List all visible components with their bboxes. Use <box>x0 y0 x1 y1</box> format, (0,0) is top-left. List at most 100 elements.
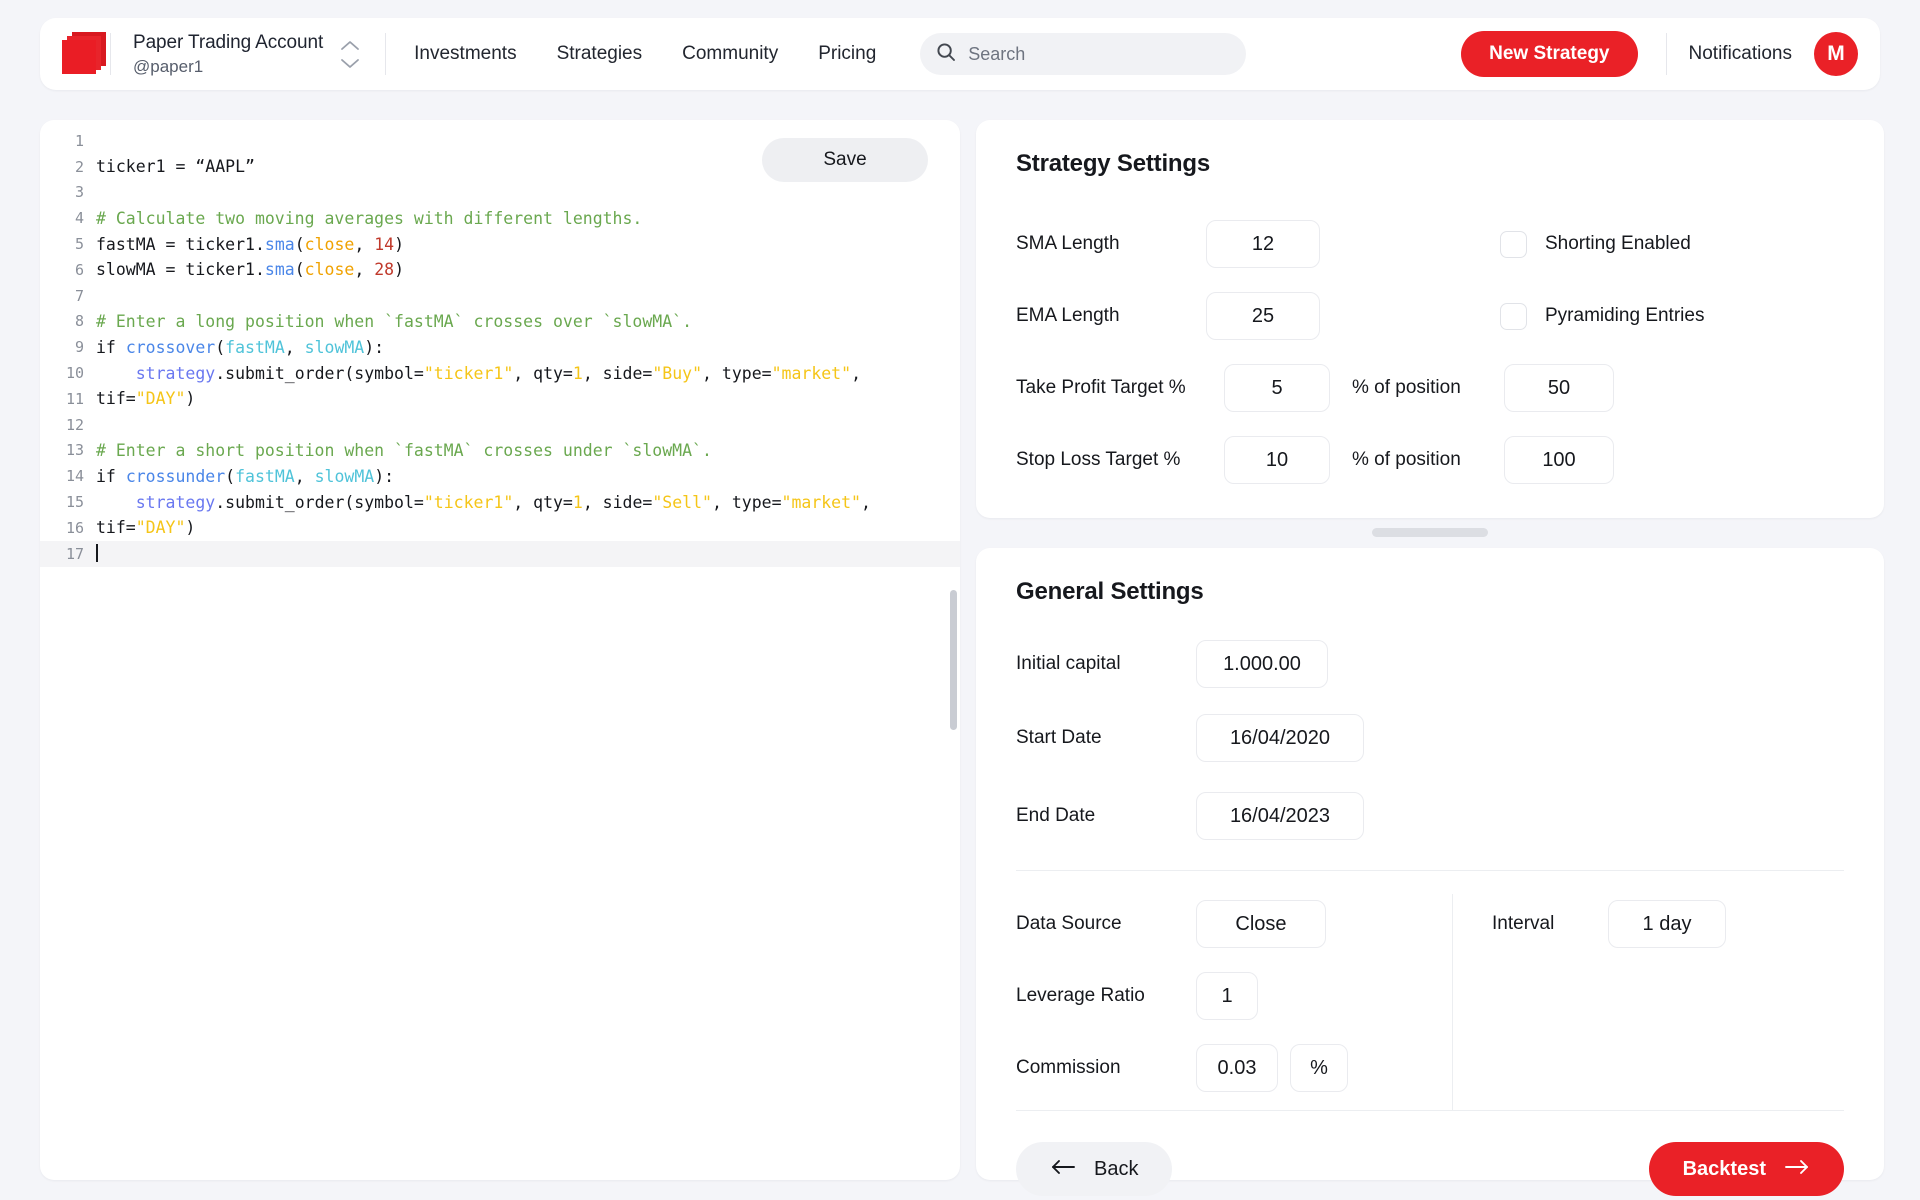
code-line: 4 # Calculate two moving averages with di… <box>40 205 960 231</box>
strategy-settings-title: Strategy Settings <box>1016 150 1210 177</box>
leverage-ratio-input[interactable]: 1 <box>1196 972 1258 1020</box>
pyramiding-entries-checkbox[interactable] <box>1500 302 1527 330</box>
code-line-number: 17 <box>65 544 84 563</box>
code-line-number: 8 <box>74 312 84 331</box>
commission-input[interactable]: 0.03 <box>1196 1044 1278 1092</box>
code-line: 5 fastMA = ticker1.sma(close, 14) <box>40 231 960 257</box>
account-handle: @paper1 <box>133 56 204 76</box>
backtest-button[interactable]: Backtest <box>1648 1142 1844 1196</box>
data-source-label: Data Source <box>1016 913 1122 934</box>
take-profit-position-input[interactable]: 50 <box>1504 364 1614 412</box>
shorting-enabled-checkbox[interactable] <box>1500 230 1527 258</box>
strategy-settings-panel: Strategy Settings SMA Length 12 Shorting… <box>976 120 1884 518</box>
panel-resize-handle[interactable] <box>1372 528 1488 537</box>
leverage-ratio-label: Leverage Ratio <box>1016 985 1145 1006</box>
start-date-label: Start Date <box>1016 727 1102 748</box>
nav-item-investments[interactable]: Investments <box>414 43 516 65</box>
code-line: 13 # Enter a short position when `fastMA`… <box>40 438 960 464</box>
ema-length-input[interactable]: 25 <box>1206 292 1320 340</box>
code-line: 12 <box>40 412 960 438</box>
editor-scrollbar[interactable] <box>950 590 957 730</box>
arrow-right-icon <box>1784 1158 1810 1181</box>
take-profit-row: Take Profit Target % 5 % of position 50 <box>1016 364 1844 412</box>
stop-loss-row: Stop Loss Target % 10 % of position 100 <box>1016 436 1844 484</box>
code-line-content: strategy.submit_order(symbol="ticker1", … <box>135 363 861 383</box>
back-button-label: Back <box>1094 1157 1139 1180</box>
stop-loss-input[interactable]: 10 <box>1224 436 1330 484</box>
interval-row: Interval 1 day <box>1492 900 1726 948</box>
commission-label: Commission <box>1016 1057 1121 1078</box>
start-date-input[interactable]: 16/04/2020 <box>1196 714 1364 762</box>
code-line-number: 16 <box>65 518 84 537</box>
code-editor-text-area[interactable]: 1 2 ticker1 = “AAPL” 3 4 # Calculate two movi… <box>40 120 960 1180</box>
code-line: 11 tif="DAY") <box>40 386 960 412</box>
pyramiding-entries-label: Pyramiding Entries <box>1545 305 1705 326</box>
avatar[interactable]: M <box>1814 32 1858 76</box>
stop-loss-label: Stop Loss Target % <box>1016 449 1181 470</box>
code-line-content: # Calculate two moving averages with dif… <box>96 208 643 228</box>
general-settings-panel: General Settings Initial capital 1.000.0… <box>976 548 1884 1196</box>
notifications-button[interactable]: Notifications <box>1689 43 1793 65</box>
data-source-select[interactable]: Close <box>1196 900 1326 948</box>
interval-select[interactable]: 1 day <box>1608 900 1726 948</box>
code-editor-panel: 1 2 ticker1 = “AAPL” 3 4 # Calculate two movi… <box>40 120 960 1180</box>
account-info[interactable]: Paper Trading Account @paper1 <box>133 32 323 77</box>
code-line-number: 1 <box>74 131 84 150</box>
ema-length-row: EMA Length 25 Pyramiding Entries <box>1016 292 1844 340</box>
take-profit-input[interactable]: 5 <box>1224 364 1330 412</box>
code-line-number: 6 <box>74 260 84 279</box>
stop-loss-position-input[interactable]: 100 <box>1504 436 1614 484</box>
app-logo-icon[interactable] <box>62 32 110 76</box>
account-name: Paper Trading Account <box>133 31 324 53</box>
data-source-row: Data Source Close <box>1016 900 1326 948</box>
code-line-content: slowMA = ticker1.sma(close, 28) <box>96 260 404 280</box>
code-line-number: 5 <box>74 235 84 254</box>
chevron-down-icon <box>340 58 360 69</box>
code-line-content: tif="DAY") <box>96 518 196 538</box>
header-divider-3 <box>1665 33 1667 75</box>
code-line-content: ticker1 = “AAPL” <box>96 157 255 177</box>
code-line: 9 if crossover(fastMA, slowMA): <box>40 334 960 360</box>
code-line-number: 15 <box>65 493 84 512</box>
account-switcher-button[interactable] <box>337 34 363 74</box>
code-line-number: 13 <box>65 441 84 460</box>
code-line-number: 2 <box>74 157 84 176</box>
code-line-number: 3 <box>74 183 84 202</box>
main-nav: Investments Strategies Community Pricing <box>414 43 876 65</box>
code-line: 10 strategy.submit_order(symbol="ticker1… <box>40 360 960 386</box>
search-input[interactable]: Search <box>920 33 1247 75</box>
nav-item-strategies[interactable]: Strategies <box>557 43 643 65</box>
general-settings-divider-top <box>1016 870 1844 871</box>
code-line: 7 <box>40 283 960 309</box>
backtest-button-label: Backtest <box>1682 1157 1766 1180</box>
end-date-label: End Date <box>1016 805 1096 826</box>
nav-item-pricing[interactable]: Pricing <box>818 43 876 65</box>
stop-loss-position-label: % of position <box>1352 449 1461 470</box>
code-line: 16 tif="DAY") <box>40 515 960 541</box>
interval-label: Interval <box>1492 913 1555 934</box>
code-line-number: 12 <box>65 415 84 434</box>
save-button[interactable]: Save <box>762 138 928 182</box>
arrow-left-icon <box>1050 1158 1076 1181</box>
nav-item-community[interactable]: Community <box>682 43 778 65</box>
text-cursor <box>96 544 98 563</box>
back-button[interactable]: Back <box>1016 1142 1173 1196</box>
header-divider-2 <box>385 33 387 75</box>
sma-length-row: SMA Length 12 Shorting Enabled <box>1016 220 1844 268</box>
code-line-number: 9 <box>74 338 84 357</box>
leverage-ratio-row: Leverage Ratio 1 <box>1016 972 1258 1020</box>
code-line-content: if crossunder(fastMA, slowMA): <box>96 466 395 486</box>
initial-capital-input[interactable]: 1.000.00 <box>1196 640 1328 688</box>
general-settings-divider-vertical <box>1452 894 1453 1110</box>
code-line-content: # Enter a long position when `fastMA` cr… <box>96 311 693 331</box>
take-profit-position-label: % of position <box>1352 377 1461 398</box>
code-line-content: strategy.submit_order(symbol="ticker1", … <box>135 492 871 512</box>
code-line: 8 # Enter a long position when `fastMA` c… <box>40 309 960 335</box>
commission-unit-select[interactable]: % <box>1290 1044 1348 1092</box>
end-date-input[interactable]: 16/04/2023 <box>1196 792 1364 840</box>
new-strategy-button[interactable]: New Strategy <box>1461 31 1638 77</box>
initial-capital-row: Initial capital 1.000.00 <box>1016 640 1328 688</box>
end-date-row: End Date 16/04/2023 <box>1016 792 1364 840</box>
general-settings-title: General Settings <box>1016 578 1204 605</box>
sma-length-input[interactable]: 12 <box>1206 220 1320 268</box>
